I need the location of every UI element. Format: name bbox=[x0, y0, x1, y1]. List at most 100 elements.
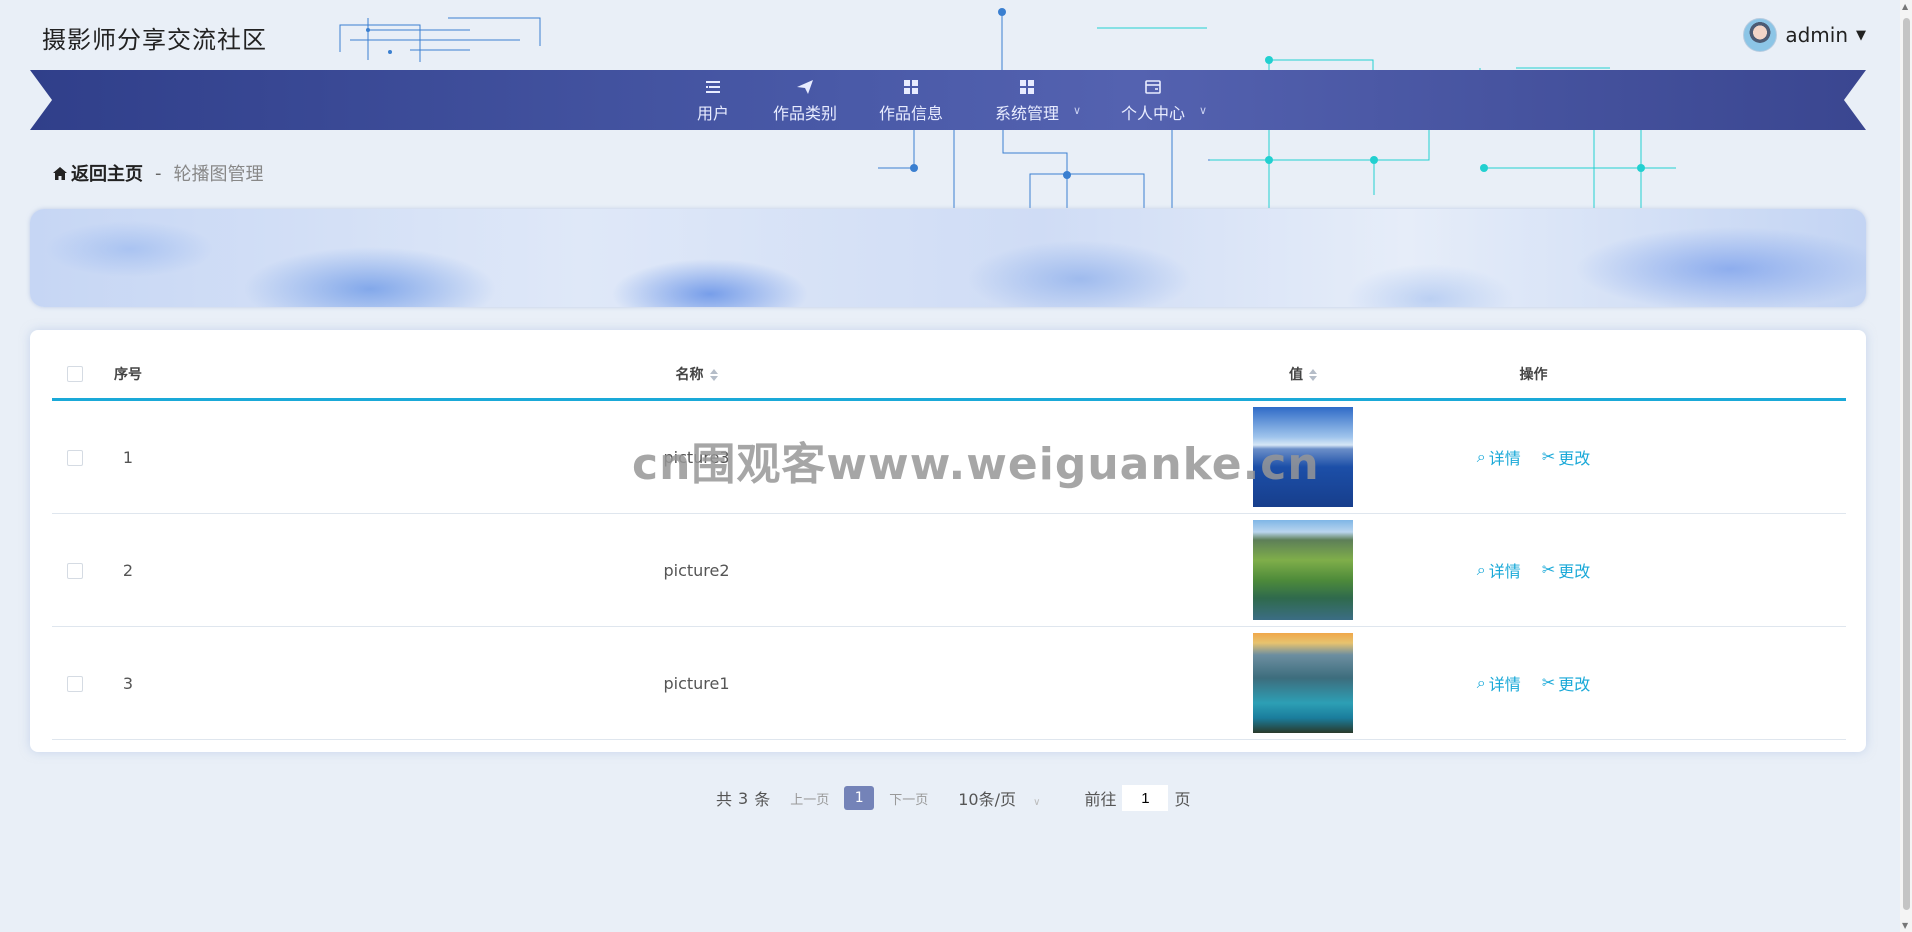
header-value[interactable]: 值 bbox=[1235, 350, 1371, 401]
nav-item-work-category[interactable]: 作品类别 bbox=[773, 78, 837, 124]
breadcrumb-home-label[interactable]: 返回主页 bbox=[71, 160, 143, 186]
row-name: picture3 bbox=[158, 399, 1235, 514]
wallet-icon bbox=[1145, 80, 1161, 94]
edit-label: 更改 bbox=[1558, 674, 1591, 694]
header-index: 序号 bbox=[98, 350, 158, 401]
row-filler bbox=[1696, 399, 1846, 514]
row-value bbox=[1235, 626, 1371, 740]
breadcrumb-current: 轮播图管理 bbox=[173, 164, 264, 185]
detail-label: 详情 bbox=[1488, 449, 1521, 469]
total-count: 3 bbox=[738, 788, 749, 808]
detail-icon: ⌕ bbox=[1476, 560, 1486, 580]
home-icon bbox=[53, 166, 67, 180]
row-index: 2 bbox=[98, 513, 158, 627]
site-title: 摄影师分享交流社区 bbox=[42, 26, 267, 54]
carousel-table: 序号 名称 值 操作 1 picture3 ⌕ 详情 ✂ 更改 2 pictur… bbox=[52, 350, 1846, 740]
row-actions: ⌕ 详情 ✂ 更改 bbox=[1371, 626, 1696, 740]
row-checkbox-cell bbox=[52, 513, 98, 627]
avatar[interactable] bbox=[1743, 18, 1778, 52]
grid-icon bbox=[1020, 80, 1034, 94]
nav-label-system: 系统管理 bbox=[995, 104, 1060, 123]
nav-label-work-category: 作品类别 bbox=[773, 104, 838, 123]
breadcrumb-home[interactable]: 返回主页 bbox=[52, 160, 143, 186]
edit-button[interactable]: ✂ 更改 bbox=[1542, 445, 1590, 469]
scrollbar-thumb[interactable] bbox=[1903, 18, 1910, 910]
nav-label-work-info: 作品信息 bbox=[879, 104, 944, 123]
row-index: 3 bbox=[98, 626, 158, 740]
user-menu[interactable]: admin ▼ bbox=[1743, 18, 1866, 52]
page-1-button[interactable]: 1 bbox=[844, 786, 875, 810]
scrollbar[interactable]: ▲ ▼ bbox=[1900, 0, 1912, 932]
edit-button[interactable]: ✂ 更改 bbox=[1542, 671, 1590, 695]
page-size-value: 10条/页 bbox=[958, 790, 1017, 809]
sort-icon[interactable] bbox=[1309, 369, 1317, 381]
row-checkbox-cell bbox=[52, 399, 98, 514]
row-name: picture1 bbox=[158, 626, 1235, 740]
header-filler bbox=[1696, 350, 1846, 401]
goto-suffix: 页 bbox=[1174, 790, 1191, 809]
row-checkbox[interactable] bbox=[67, 563, 83, 579]
header-name[interactable]: 名称 bbox=[158, 350, 1235, 401]
breadcrumb: 返回主页 - 轮播图管理 bbox=[52, 160, 264, 186]
table-row: 2 picture2 ⌕ 详情 ✂ 更改 bbox=[52, 513, 1846, 627]
detail-button[interactable]: ⌕ 详情 bbox=[1477, 558, 1521, 582]
nav-item-system[interactable]: 系统管理 ∨ bbox=[995, 78, 1081, 124]
goto-prefix: 前往 bbox=[1084, 790, 1117, 809]
row-checkbox-cell bbox=[52, 626, 98, 740]
edit-icon: ✂ bbox=[1541, 673, 1556, 693]
page-size-select[interactable]: 10条/页 ∨ bbox=[958, 786, 1040, 810]
nav-item-personal-center[interactable]: 个人中心 ∨ bbox=[1121, 78, 1207, 124]
header-value-label: 值 bbox=[1289, 367, 1303, 383]
chevron-down-icon[interactable]: ∨ bbox=[1199, 104, 1207, 117]
row-checkbox[interactable] bbox=[67, 450, 83, 466]
row-thumbnail[interactable] bbox=[1253, 633, 1353, 733]
user-name[interactable]: admin bbox=[1785, 23, 1848, 47]
select-all-cell bbox=[52, 350, 98, 401]
detail-button[interactable]: ⌕ 详情 bbox=[1477, 671, 1521, 695]
edit-icon: ✂ bbox=[1541, 447, 1556, 467]
caret-down-icon[interactable]: ▼ bbox=[1856, 28, 1866, 43]
chevron-down-icon: ∨ bbox=[1033, 797, 1041, 808]
nav-item-users[interactable]: 用户 bbox=[697, 78, 729, 124]
prev-page-button[interactable]: 上一页 bbox=[790, 789, 829, 808]
scroll-down-icon[interactable]: ▼ bbox=[1902, 921, 1908, 930]
edit-label: 更改 bbox=[1558, 561, 1591, 581]
scroll-up-icon[interactable]: ▲ bbox=[1902, 2, 1908, 11]
detail-label: 详情 bbox=[1488, 675, 1521, 695]
header-actions: 操作 bbox=[1371, 350, 1696, 401]
send-icon bbox=[797, 80, 813, 94]
row-name: picture2 bbox=[158, 513, 1235, 627]
detail-icon: ⌕ bbox=[1476, 447, 1486, 467]
row-filler bbox=[1696, 513, 1846, 627]
select-all-checkbox[interactable] bbox=[67, 366, 83, 382]
row-actions: ⌕ 详情 ✂ 更改 bbox=[1371, 513, 1696, 627]
chevron-down-icon[interactable]: ∨ bbox=[1073, 104, 1081, 117]
row-thumbnail[interactable] bbox=[1253, 407, 1353, 507]
table-row: 1 picture3 ⌕ 详情 ✂ 更改 bbox=[52, 399, 1846, 514]
table-card: 序号 名称 值 操作 1 picture3 ⌕ 详情 ✂ 更改 2 pictur… bbox=[30, 330, 1866, 752]
nav-item-work-info[interactable]: 作品信息 bbox=[879, 78, 943, 124]
edit-label: 更改 bbox=[1558, 448, 1591, 468]
next-page-button[interactable]: 下一页 bbox=[889, 789, 928, 808]
table-row: 3 picture1 ⌕ 详情 ✂ 更改 bbox=[52, 626, 1846, 740]
table-header-row: 序号 名称 值 操作 bbox=[52, 350, 1846, 401]
detail-button[interactable]: ⌕ 详情 bbox=[1477, 445, 1521, 469]
edit-button[interactable]: ✂ 更改 bbox=[1542, 558, 1590, 582]
banner-image bbox=[30, 209, 1866, 307]
row-value bbox=[1235, 399, 1371, 514]
row-checkbox[interactable] bbox=[67, 676, 83, 692]
detail-icon: ⌕ bbox=[1476, 673, 1486, 693]
goto-page-input[interactable] bbox=[1122, 785, 1169, 811]
sort-icon[interactable] bbox=[709, 369, 718, 381]
breadcrumb-separator: - bbox=[155, 162, 162, 184]
header-name-label: 名称 bbox=[675, 367, 704, 383]
grid-icon bbox=[904, 80, 918, 94]
row-thumbnail[interactable] bbox=[1253, 520, 1353, 620]
page: 摄影师分享交流社区 admin ▼ 用户 作品类别 作品信息 系统管理 ∨ 个人… bbox=[0, 0, 1912, 932]
row-index: 1 bbox=[98, 399, 158, 514]
edit-icon: ✂ bbox=[1541, 560, 1556, 580]
detail-label: 详情 bbox=[1488, 562, 1521, 582]
total-suffix: 条 bbox=[754, 790, 771, 809]
total-prefix: 共 bbox=[716, 790, 733, 809]
main-nav: 用户 作品类别 作品信息 系统管理 ∨ 个人中心 ∨ bbox=[0, 78, 1912, 126]
